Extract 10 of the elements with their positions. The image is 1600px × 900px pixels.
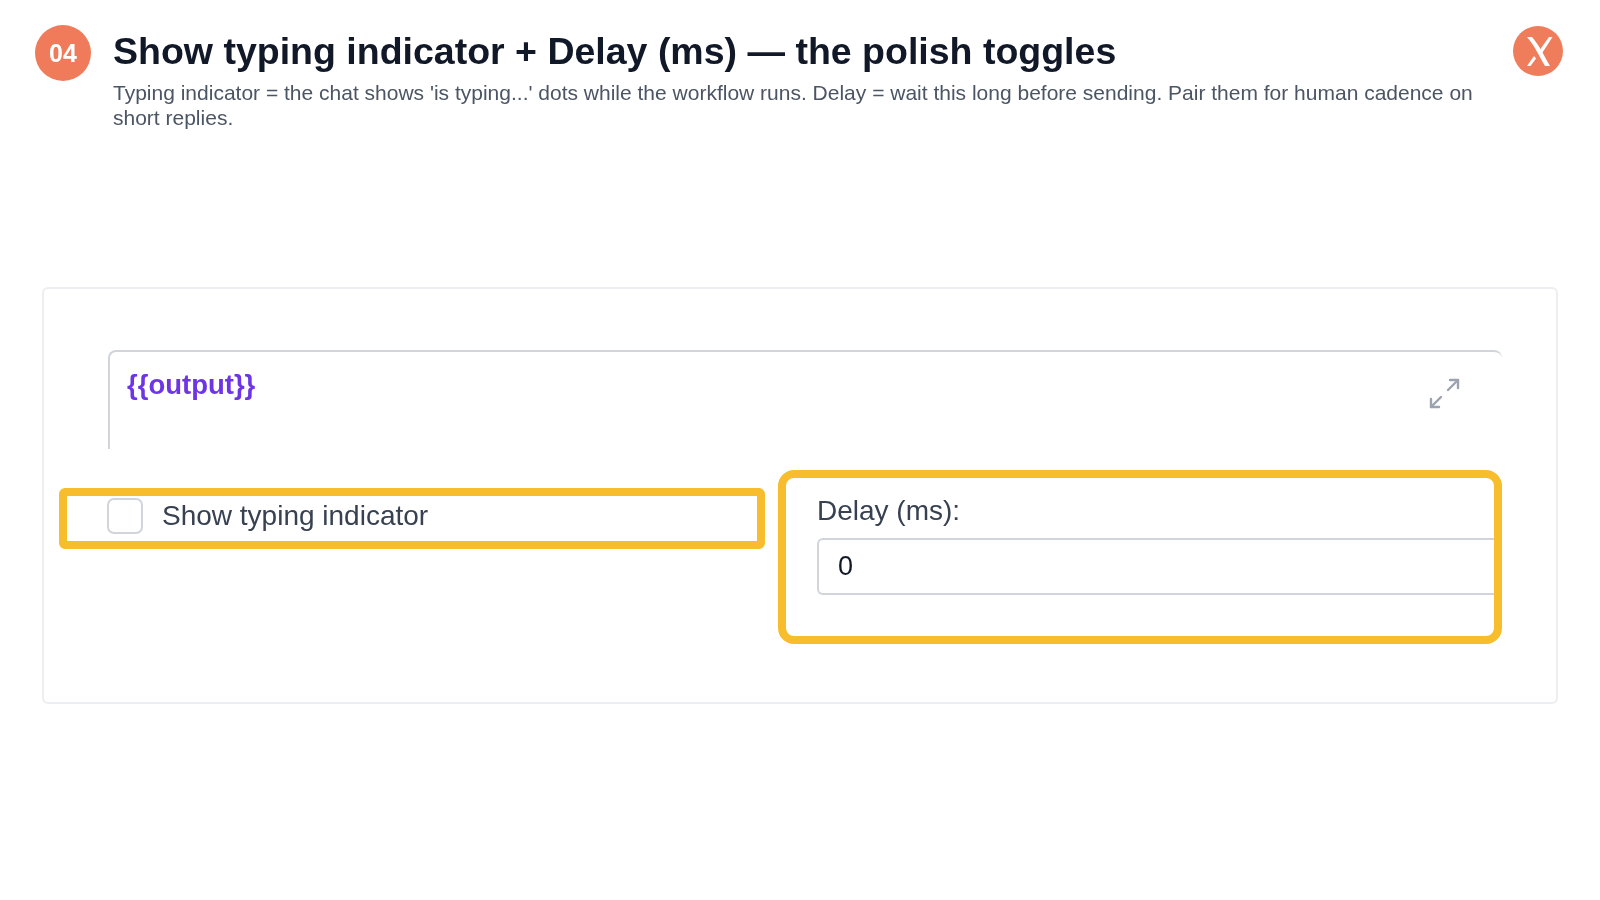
step-number: 04 [35,25,91,81]
template-editor[interactable]: {{output}} [108,350,1502,449]
delay-input[interactable]: 0 [817,538,1494,595]
description: Typing indicator = the chat shows 'is typing...' dots while the workflow runs. Delay = wait this long before sending. Pair them for human cadence on short replies. [113,80,1474,130]
expand-icon[interactable] [1429,378,1460,409]
checkbox[interactable] [107,497,143,534]
page-title: Show typing indicator + Delay (ms) — the polish toggles [113,29,1117,74]
checkbox-label[interactable]: Show typing indicator [162,498,429,533]
logo-icon [1513,26,1563,76]
field-label: Delay (ms): [817,494,961,528]
